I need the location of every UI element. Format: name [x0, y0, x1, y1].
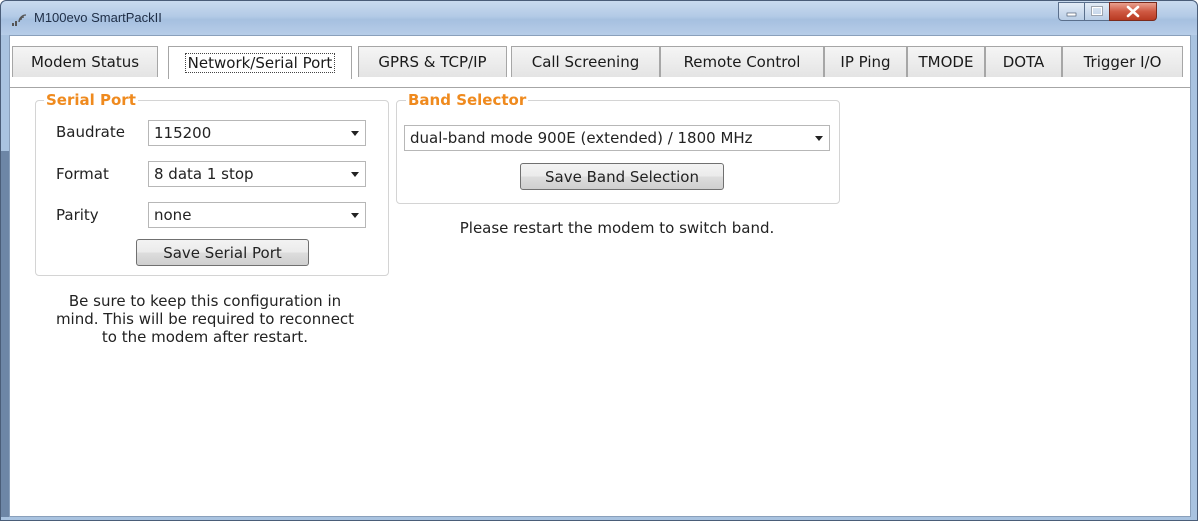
band-select[interactable]: dual-band mode 900E (extended) / 1800 MH… — [404, 125, 830, 151]
baudrate-label: Baudrate — [56, 123, 125, 141]
format-select[interactable]: 8 data 1 stop — [148, 161, 366, 187]
baudrate-value: 115200 — [154, 124, 212, 142]
window-title: M100evo SmartPackII — [34, 10, 162, 25]
maximize-icon — [1091, 6, 1103, 16]
band-note: Please restart the modem to switch band. — [459, 219, 775, 237]
tab-label: Trigger I/O — [1083, 53, 1162, 71]
chevron-down-icon — [351, 172, 359, 177]
tab-modem-status[interactable]: Modem Status — [12, 46, 158, 77]
serial-port-note-line: to the modem after restart. — [101, 328, 309, 346]
tab-label: Remote Control — [683, 53, 801, 71]
tab-gprs-tcp-ip[interactable]: GPRS & TCP/IP — [358, 46, 507, 77]
maximize-button[interactable] — [1084, 2, 1110, 21]
signal-app-icon — [12, 14, 27, 26]
format-label: Format — [56, 165, 109, 183]
minimize-button[interactable] — [1058, 2, 1085, 21]
tab-label: GPRS & TCP/IP — [378, 53, 487, 71]
close-icon — [1126, 5, 1140, 18]
tab-network-serial-port[interactable]: Network/Serial Port — [168, 46, 352, 79]
serial-port-note-line: Be sure to keep this configuration in — [68, 292, 342, 310]
tab-strip: Modem Status Network/Serial Port GPRS & … — [10, 46, 1190, 88]
chevron-down-icon — [351, 213, 359, 218]
tab-call-screening[interactable]: Call Screening — [511, 46, 660, 77]
band-selector-title: Band Selector — [406, 91, 529, 109]
band-value: dual-band mode 900E (extended) / 1800 MH… — [410, 129, 753, 147]
parity-value: none — [154, 206, 192, 224]
title-bar[interactable]: M100evo SmartPackII — [1, 1, 1197, 35]
format-value: 8 data 1 stop — [154, 165, 254, 183]
serial-port-note: Be sure to keep this configuration in mi… — [24, 292, 386, 346]
tab-ip-ping[interactable]: IP Ping — [824, 46, 907, 77]
client-area: Modem Status Network/Serial Port GPRS & … — [9, 35, 1191, 517]
tab-panel-border — [10, 87, 1190, 88]
tab-trigger-io[interactable]: Trigger I/O — [1062, 46, 1183, 77]
tab-label: DOTA — [1002, 53, 1045, 71]
tab-dota[interactable]: DOTA — [985, 46, 1062, 77]
serial-port-title: Serial Port — [44, 91, 138, 109]
save-band-selection-button[interactable]: Save Band Selection — [520, 163, 724, 190]
tab-tmode[interactable]: TMODE — [907, 46, 985, 77]
tab-label: Network/Serial Port — [184, 53, 336, 73]
parity-select[interactable]: none — [148, 202, 366, 228]
tab-remote-control[interactable]: Remote Control — [660, 46, 824, 77]
save-serial-port-button[interactable]: Save Serial Port — [136, 239, 309, 266]
tab-label: Modem Status — [30, 53, 140, 71]
chevron-down-icon — [351, 131, 359, 136]
chevron-down-icon — [815, 136, 823, 141]
tab-label: TMODE — [918, 53, 974, 71]
baudrate-select[interactable]: 115200 — [148, 120, 366, 146]
app-window: M100evo SmartPackII Modem Status Network… — [0, 0, 1198, 521]
serial-port-note-line: mind. This will be required to reconnect — [55, 310, 355, 328]
close-button[interactable] — [1109, 2, 1157, 21]
window-edge — [1, 151, 9, 517]
tab-label: Call Screening — [531, 53, 640, 71]
minimize-icon — [1066, 12, 1077, 17]
tab-label: IP Ping — [840, 53, 891, 71]
parity-label: Parity — [56, 206, 99, 224]
